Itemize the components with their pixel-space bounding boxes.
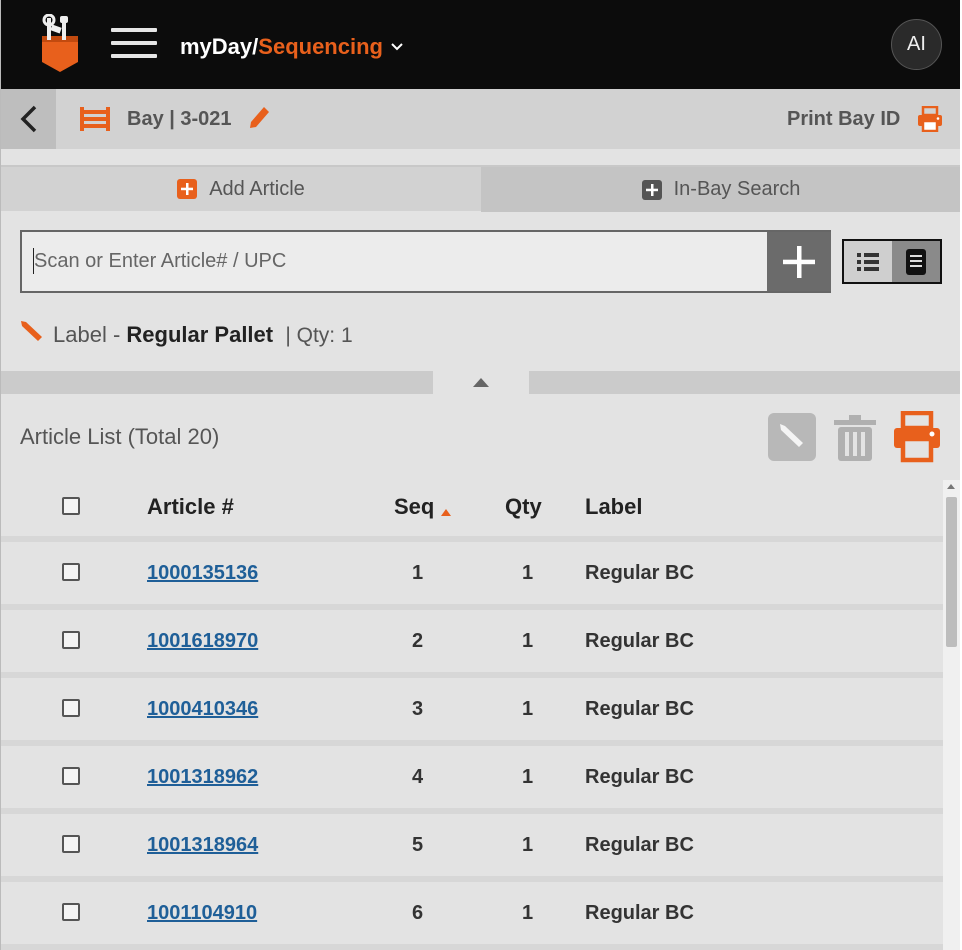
article-link[interactable]: 1001318964 — [147, 834, 258, 857]
list-view-button[interactable] — [844, 241, 892, 282]
seq-cell: 5 — [412, 834, 424, 856]
tab-add-article[interactable]: Add Article — [1, 167, 481, 212]
collapse-bar-right — [529, 371, 960, 394]
article-link[interactable]: 1000135136 — [147, 562, 258, 585]
row-checkbox[interactable] — [62, 631, 80, 649]
table-row: 1001318962 4 1 Regular BC — [1, 746, 943, 808]
row-checkbox[interactable] — [62, 767, 80, 785]
seq-cell: 3 — [412, 698, 424, 720]
col-article[interactable]: Article # — [147, 494, 234, 520]
edit-label-pencil-icon[interactable] — [20, 320, 44, 346]
chevron-left-icon — [20, 105, 36, 133]
qty-cell: 1 — [522, 766, 534, 788]
list-icon — [857, 252, 879, 271]
plus-square-icon — [641, 179, 662, 200]
print-bay-id-link[interactable]: Print Bay ID — [787, 108, 900, 131]
label-cell: Regular BC — [585, 698, 694, 720]
article-link[interactable]: 1001318962 — [147, 766, 258, 789]
col-seq-label: Seq — [394, 494, 435, 519]
add-article-button[interactable] — [767, 232, 831, 291]
table-row: 1000135136 1 1 Regular BC — [1, 542, 943, 604]
article-table: Article # Seq Qty Label 1000135136 1 1 R… — [1, 476, 943, 950]
detail-view-button[interactable] — [892, 241, 940, 282]
module-name: Sequencing — [258, 34, 383, 59]
scroll-thumb[interactable] — [946, 497, 957, 647]
qty-cell: 1 — [522, 834, 534, 856]
text-caret — [33, 248, 34, 274]
tab-in-bay-search[interactable]: In-Bay Search — [481, 167, 960, 212]
bay-label: Bay | 3-021 — [127, 108, 232, 130]
tab-add-article-label: Add Article — [209, 177, 305, 200]
article-scan-input[interactable] — [22, 232, 767, 291]
col-label[interactable]: Label — [585, 494, 642, 520]
table-row: 1001618970 2 1 Regular BC — [1, 610, 943, 672]
label-cell: Regular BC — [585, 562, 694, 584]
article-link[interactable]: 1000410346 — [147, 698, 258, 721]
table-row: 1001318964 5 1 Regular BC — [1, 814, 943, 876]
edit-selected-button[interactable] — [768, 413, 816, 461]
qty-cell: 1 — [522, 698, 534, 720]
qty-cell: 1 — [522, 902, 534, 924]
view-toggle — [842, 239, 942, 284]
top-header: myDay/Sequencing AI — [1, 0, 960, 89]
table-row: 1000410346 3 1 Regular BC — [1, 678, 943, 740]
app-window: myDay/Sequencing AI Bay | 3-021 Print Ba… — [0, 0, 960, 950]
toolbelt-logo-icon — [42, 14, 78, 72]
article-link[interactable]: 1001104910 — [147, 902, 257, 925]
tab-in-bay-search-label: In-Bay Search — [673, 178, 801, 200]
print-selected-icon[interactable] — [892, 411, 942, 463]
row-checkbox[interactable] — [62, 835, 80, 853]
app-switcher[interactable]: myDay/Sequencing — [180, 31, 403, 60]
table-row: 1001104910 6 1 Regular BC — [1, 882, 943, 944]
bay-rack-icon — [80, 107, 110, 131]
qty-cell: 1 — [522, 630, 534, 652]
edit-bay-pencil-icon[interactable] — [247, 104, 271, 130]
qty-cell: 1 — [522, 562, 534, 584]
bay-bar: Bay | 3-021 Print Bay ID — [1, 89, 960, 149]
document-icon — [906, 248, 926, 275]
label-qty: | Qty: 1 — [285, 324, 353, 347]
collapse-bar-left — [1, 371, 433, 394]
scroll-up-arrow-icon[interactable] — [947, 484, 955, 489]
seq-cell: 1 — [412, 562, 424, 584]
label-prefix: Label - — [53, 322, 127, 347]
seq-cell: 2 — [412, 630, 424, 652]
seq-cell: 6 — [412, 902, 424, 924]
printer-icon[interactable] — [917, 106, 943, 132]
delete-trash-icon[interactable] — [831, 413, 879, 463]
row-checkbox[interactable] — [62, 699, 80, 717]
chevron-down-icon — [391, 31, 403, 57]
seq-cell: 4 — [412, 766, 424, 788]
label-cell: Regular BC — [585, 902, 694, 924]
label-name: Regular Pallet — [126, 322, 274, 347]
tab-bar: Add Article In-Bay Search — [1, 165, 960, 212]
app-name: myDay/ — [180, 34, 259, 59]
row-checkbox[interactable] — [62, 563, 80, 581]
article-list-title: Article List (Total 20) — [20, 424, 220, 449]
hamburger-menu-button[interactable] — [111, 28, 157, 60]
scan-field-group — [20, 230, 831, 293]
sort-asc-icon — [441, 509, 452, 516]
plus-square-icon — [177, 179, 198, 199]
back-button[interactable] — [1, 89, 56, 149]
select-all-checkbox[interactable] — [62, 497, 80, 515]
table-scrollbar[interactable] — [943, 480, 960, 950]
user-avatar[interactable]: AI — [891, 19, 942, 70]
label-cell: Regular BC — [585, 766, 694, 788]
label-cell: Regular BC — [585, 630, 694, 652]
table-header: Article # Seq Qty Label — [1, 476, 943, 536]
col-qty[interactable]: Qty — [505, 494, 542, 520]
pencil-icon — [780, 424, 803, 447]
row-checkbox[interactable] — [62, 903, 80, 921]
plus-icon — [783, 245, 815, 278]
col-seq[interactable]: Seq — [394, 494, 452, 520]
article-link[interactable]: 1001618970 — [147, 630, 258, 653]
caret-up-icon[interactable] — [471, 375, 491, 389]
label-cell: Regular BC — [585, 834, 694, 856]
